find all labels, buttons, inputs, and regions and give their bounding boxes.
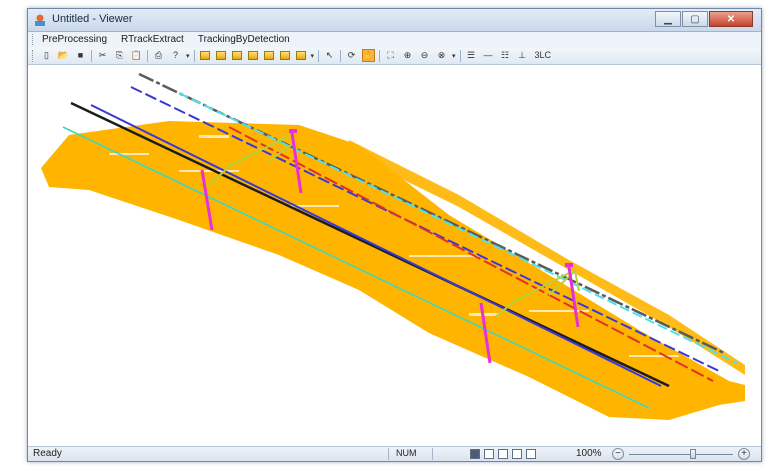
maximize-button[interactable]: ▢	[682, 11, 708, 27]
view-layout-icon[interactable]	[484, 449, 494, 459]
rail-black	[70, 101, 670, 388]
toolbar-separator	[340, 49, 342, 62]
toolbar-grip[interactable]	[32, 49, 35, 62]
zoom-slider-thumb[interactable]	[690, 449, 697, 459]
open-icon[interactable]: 📂	[57, 49, 70, 62]
zoom-window-icon[interactable]: ⊗	[435, 49, 448, 62]
toolbar-separator	[147, 49, 148, 62]
toolbar-separator	[193, 49, 195, 62]
status-num-indicator: NUM	[396, 448, 417, 458]
view-full-icon[interactable]	[512, 449, 522, 459]
toolbar-dropdown-icon[interactable]: ▾	[452, 52, 456, 60]
line-icon[interactable]: —	[482, 49, 495, 62]
rail-blue	[90, 104, 662, 387]
pan-hand-icon[interactable]: ✋	[362, 49, 376, 62]
window-title: Untitled - Viewer	[52, 13, 133, 25]
menu-trackingbydetection[interactable]: TrackingByDetection	[191, 34, 297, 45]
window-controls: ▁ ▢ ✕	[654, 11, 753, 27]
paste-icon[interactable]: 📋	[130, 49, 143, 62]
toolbar-separator	[379, 49, 381, 62]
view-split-icon[interactable]	[498, 449, 508, 459]
select-pointer-icon[interactable]: ↖	[323, 49, 336, 62]
rotate-icon[interactable]: ⟳	[345, 49, 358, 62]
viewer-canvas[interactable]	[29, 65, 760, 445]
toolbar-separator	[91, 49, 92, 62]
zoom-level: 100%	[576, 448, 602, 459]
save-icon[interactable]: ■	[74, 49, 87, 62]
cube-iso-view-icon[interactable]	[295, 51, 306, 60]
copy-icon[interactable]: ⎘	[113, 49, 126, 62]
toolbar-separator	[318, 49, 320, 62]
help-icon[interactable]: ?	[169, 49, 182, 62]
status-ready-text: Ready	[33, 448, 62, 459]
toolbar-dropdown-icon[interactable]: ▾	[186, 52, 190, 60]
toolbar-dropdown-icon[interactable]: ▾	[311, 52, 315, 60]
view-normal-icon[interactable]	[470, 449, 480, 459]
viewer-window: Untitled - Viewer ▁ ▢ ✕ PreProcessing RT…	[27, 8, 762, 462]
toolbar-separator	[459, 49, 461, 62]
cube-bottom-view-icon[interactable]	[247, 51, 258, 60]
zoom-fit-icon[interactable]: ⛶	[384, 49, 397, 62]
status-divider	[388, 448, 389, 460]
minimize-button[interactable]: ▁	[655, 11, 681, 27]
zoom-out-icon[interactable]: ⊖	[418, 49, 431, 62]
close-button[interactable]: ✕	[709, 11, 753, 27]
cube-right-view-icon[interactable]	[279, 51, 290, 60]
align-lines-icon[interactable]: ☰	[465, 49, 478, 62]
zoom-in-icon[interactable]: ⊕	[401, 49, 414, 62]
grid-lines-icon[interactable]: ☷	[499, 49, 512, 62]
zoom-slider[interactable]	[629, 454, 733, 455]
zoom-in-button[interactable]: +	[738, 448, 750, 460]
cube-back-view-icon[interactable]	[215, 51, 226, 60]
menu-rtrackextract[interactable]: RTrackExtract	[114, 34, 191, 45]
cube-top-view-icon[interactable]	[231, 51, 242, 60]
app-icon	[35, 14, 45, 26]
close-icon: ✕	[726, 13, 736, 25]
toolbar: ▯ 📂 ■ ✂ ⎘ 📋 ⎙? ▾ ▾ ↖ ⟳ ✋ ⛶ ⊕ ⊖ ⊗ ▾ ☰ — ☷ ⊥ 3LC	[28, 47, 761, 65]
status-divider	[432, 448, 433, 460]
cut-icon[interactable]: ✂	[96, 49, 109, 62]
print-icon[interactable]: ⎙	[152, 49, 165, 62]
measure-icon[interactable]: ⊥	[516, 49, 529, 62]
label-text-icon[interactable]: 3LC	[533, 49, 554, 62]
menu-bar: PreProcessing RTrackExtract TrackingByDe…	[28, 32, 761, 47]
status-bar: Ready NUM 100% − +	[28, 446, 761, 461]
minimize-icon: ▁	[664, 13, 672, 25]
menu-preprocessing[interactable]: PreProcessing	[35, 34, 114, 45]
point-cloud-view	[41, 72, 745, 420]
cube-front-view-icon[interactable]	[199, 51, 210, 60]
cube-left-view-icon[interactable]	[263, 51, 274, 60]
title-bar[interactable]: Untitled - Viewer ▁ ▢ ✕	[28, 9, 761, 32]
maximize-icon: ▢	[690, 13, 700, 25]
new-icon[interactable]: ▯	[40, 49, 53, 62]
view-reading-icon[interactable]	[526, 449, 536, 459]
zoom-out-button[interactable]: −	[612, 448, 624, 460]
